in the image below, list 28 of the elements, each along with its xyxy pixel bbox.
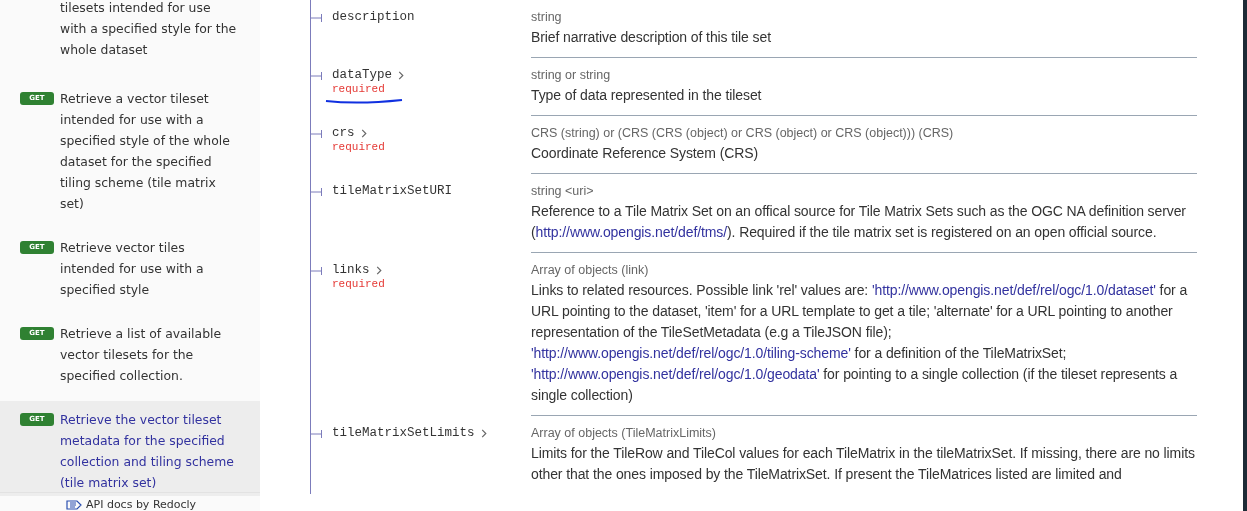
property-type: string <uri>: [531, 183, 595, 199]
property-description: Coordinate Reference System (CRS): [531, 144, 759, 163]
property-description: Links to related resources. Possible link 'rel' values are: 'http://www.opengis.net/def/rel/ogc/1.0/dataset' for a URL pointing to the dataset, 'item' for a URL template to get a tile; 'alternate' for a URL pointing to another representation of the TileSetMetadata (e.g a TileJSON file); 'http://www.opengis.net/def/rel/ogc/1.0/tiling-scheme' for a definition of the TileMatrixSet; 'http://www.opengis.net/def/rel/ogc/1.0/geodata' for pointing to a single collection (if the tileset represents a single collection): [531, 281, 1189, 405]
sidebar-item[interactable]: tilesets intended for use with a specified style for the whole dataset: [0, 0, 260, 80]
required-label: required: [332, 83, 386, 96]
link[interactable]: 'http://www.opengis.net/def/rel/ogc/1.0/geodata': [531, 366, 820, 382]
property-description: Type of data represented in the tileset: [531, 86, 763, 105]
link[interactable]: 'http://www.opengis.net/def/rel/ogc/1.0/tiling-scheme': [531, 345, 851, 361]
footer-link[interactable]: API docs by Redocly: [86, 499, 197, 511]
required-label: required: [332, 278, 385, 291]
link[interactable]: http://www.opengis.net/def/tms/: [535, 224, 727, 240]
property-type: Array of objects (link): [531, 262, 650, 278]
property-name: description: [332, 9, 415, 25]
property-name[interactable]: dataType: [332, 67, 404, 83]
property-name[interactable]: crs: [332, 125, 385, 141]
property-type: CRS (string) or (CRS (CRS (object) or CRS (object) or CRS (object))) (CRS): [531, 125, 955, 141]
property-description: Reference to a Tile Matrix Set on an offical source for Tile Matrix Sets such as the OGC NA definition server (http://www.opengis.net/def/tms/). Required if the tile matrix set is registered on an open official source.: [531, 202, 1187, 242]
logo-icon: [66, 499, 82, 511]
property-name[interactable]: links: [332, 262, 385, 278]
property-description: Limits for the TileRow and TileCol values for each TileMatrix in the tileMatrixSet. If missing, there are no limits other that the ones imposed by the TileMatrixSet. If present the TileMatrices listed are limited and: [531, 444, 1196, 484]
property-name: tileMatrixSetURI: [332, 183, 453, 199]
property-description: Brief narrative description of this tile set: [531, 28, 772, 47]
property-type: string or string: [531, 67, 612, 83]
required-label: required: [332, 141, 385, 154]
link[interactable]: 'http://www.opengis.net/def/rel/ogc/1.0/dataset': [871, 282, 1156, 298]
property-type: Array of objects (TileMatrixLimits): [531, 425, 717, 441]
property-name[interactable]: tileMatrixSetLimits: [332, 425, 487, 441]
property-type: string: [531, 9, 563, 25]
